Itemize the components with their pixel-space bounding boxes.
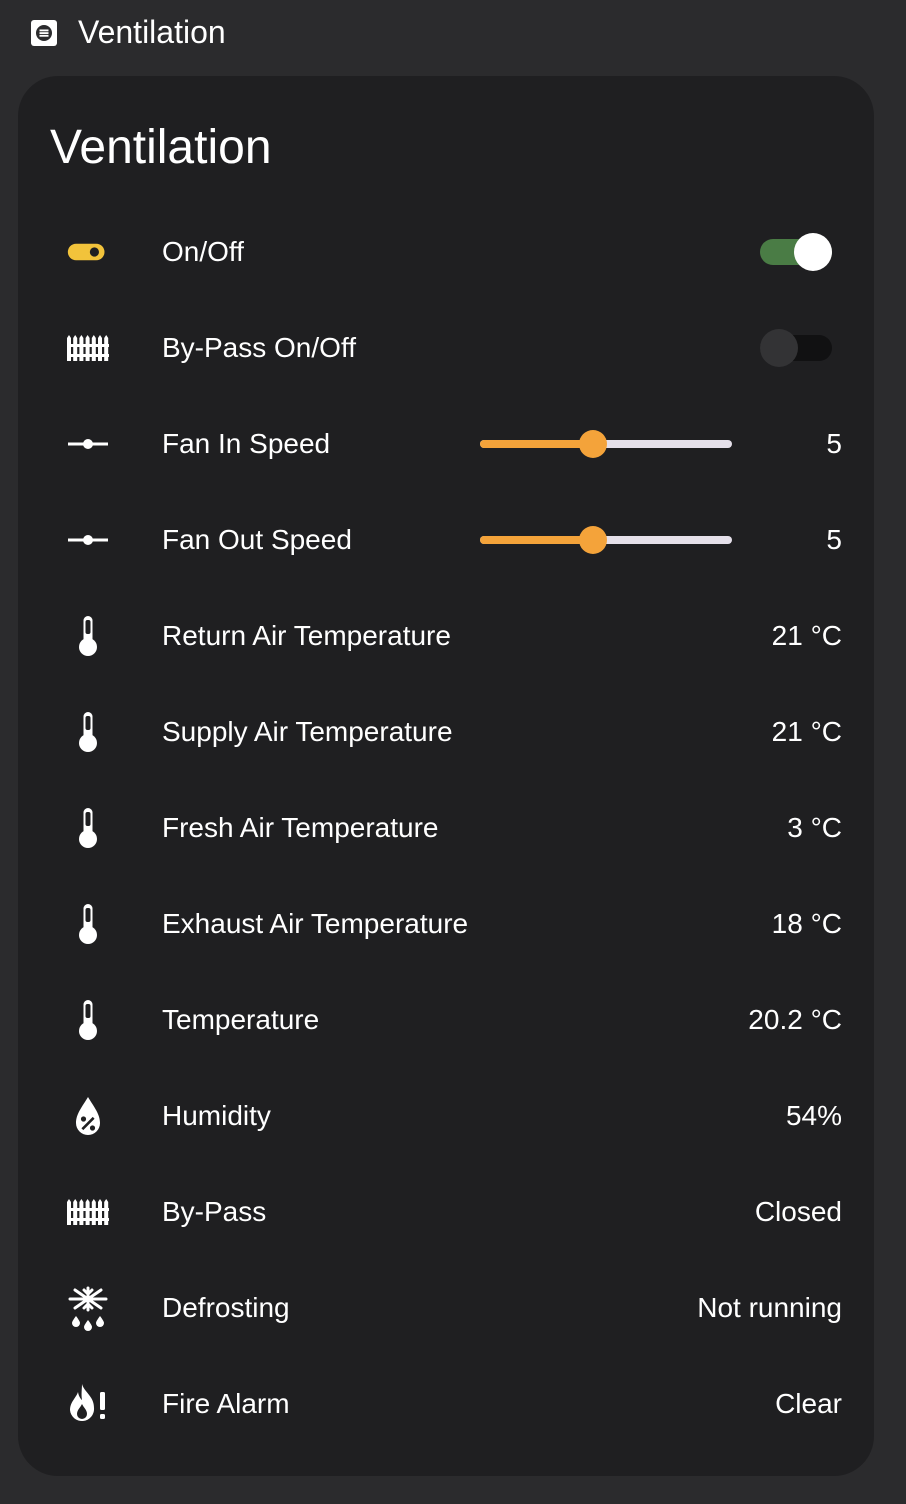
- state-value: 21 °C: [771, 620, 842, 651]
- entity-row-by-pass[interactable]: By-Pass Closed: [18, 1164, 874, 1260]
- state-value: 54%: [785, 1100, 842, 1131]
- thermometer-icon: [64, 708, 112, 756]
- entity-row-fan-in-speed: Fan In Speed 5: [18, 396, 874, 492]
- entity-label: Temperature: [162, 1004, 320, 1035]
- entity-label: Return Air Temperature: [162, 620, 451, 651]
- entity-row-return-air-temperature[interactable]: Return Air Temperature 21 °C: [18, 588, 874, 684]
- toggle-knob: [794, 233, 832, 271]
- toggle-knob: [760, 329, 798, 367]
- thermometer-icon: [64, 612, 112, 660]
- card-title: Ventilation: [50, 121, 272, 174]
- slider-icon: [64, 516, 112, 564]
- entity-label: By-Pass: [162, 1196, 267, 1227]
- slider-thumb[interactable]: [579, 430, 608, 458]
- state-value: Not running: [697, 1292, 842, 1323]
- toggle-switch-icon: [64, 228, 112, 276]
- entity-label: On/Off: [162, 236, 244, 267]
- slider-icon: [64, 420, 112, 468]
- entity-row-defrosting[interactable]: Defrosting Not running: [18, 1260, 874, 1356]
- fan-out-speed-slider[interactable]: [480, 526, 732, 554]
- thermometer-icon: [64, 804, 112, 852]
- state-value: 3 °C: [787, 812, 842, 843]
- entity-row-fire-alarm[interactable]: Fire Alarm Clear: [18, 1356, 874, 1452]
- entity-label: By-Pass On/Off: [162, 332, 356, 363]
- slider-value: 5: [826, 524, 842, 555]
- slider-thumb[interactable]: [579, 526, 608, 554]
- state-value: Closed: [754, 1196, 842, 1227]
- state-value: Clear: [775, 1388, 842, 1419]
- slider-value: 5: [826, 428, 842, 459]
- on-off-toggle[interactable]: [760, 233, 832, 271]
- header-title: Ventilation: [78, 14, 226, 50]
- entity-label: Fan In Speed: [162, 428, 331, 459]
- fence-icon: [64, 324, 112, 372]
- entity-row-exhaust-air-temperature[interactable]: Exhaust Air Temperature 18 °C: [18, 876, 874, 972]
- entity-row-fresh-air-temperature[interactable]: Fresh Air Temperature 3 °C: [18, 780, 874, 876]
- slider-fill: [480, 440, 594, 448]
- ventilation-card: Ventilation On/Off By-Pass On/Off Fan In S…: [18, 76, 874, 1476]
- entity-row-humidity[interactable]: Humidity 54%: [18, 1068, 874, 1164]
- entity-label: Supply Air Temperature: [162, 716, 453, 747]
- fence-icon: [64, 1188, 112, 1236]
- state-value: 20.2 °C: [748, 1004, 842, 1035]
- entity-label: Fan Out Speed: [162, 524, 352, 555]
- entity-row-on-off: On/Off: [18, 204, 874, 300]
- water-percent-icon: [64, 1092, 112, 1140]
- entity-label: Humidity: [162, 1100, 271, 1131]
- entity-row-supply-air-temperature[interactable]: Supply Air Temperature 21 °C: [18, 684, 874, 780]
- entity-label: Fresh Air Temperature: [162, 812, 439, 843]
- list-box-icon[interactable]: [30, 19, 58, 47]
- entity-label: Fire Alarm: [162, 1388, 290, 1419]
- by-pass-on-off-toggle[interactable]: [760, 329, 832, 367]
- snowflake-melt-icon: [64, 1284, 112, 1332]
- entity-row-by-pass-on-off: By-Pass On/Off: [18, 300, 874, 396]
- entity-row-temperature[interactable]: Temperature 20.2 °C: [18, 972, 874, 1068]
- fire-alert-icon: [64, 1380, 112, 1428]
- entity-label: Defrosting: [162, 1292, 290, 1323]
- fan-in-speed-slider[interactable]: [480, 430, 732, 458]
- slider-fill: [480, 536, 594, 544]
- thermometer-icon: [64, 900, 112, 948]
- entity-label: Exhaust Air Temperature: [162, 908, 469, 939]
- state-value: 18 °C: [771, 908, 842, 939]
- header-bar: Ventilation: [0, 0, 906, 66]
- thermometer-icon: [64, 996, 112, 1044]
- entity-row-fan-out-speed: Fan Out Speed 5: [18, 492, 874, 588]
- state-value: 21 °C: [771, 716, 842, 747]
